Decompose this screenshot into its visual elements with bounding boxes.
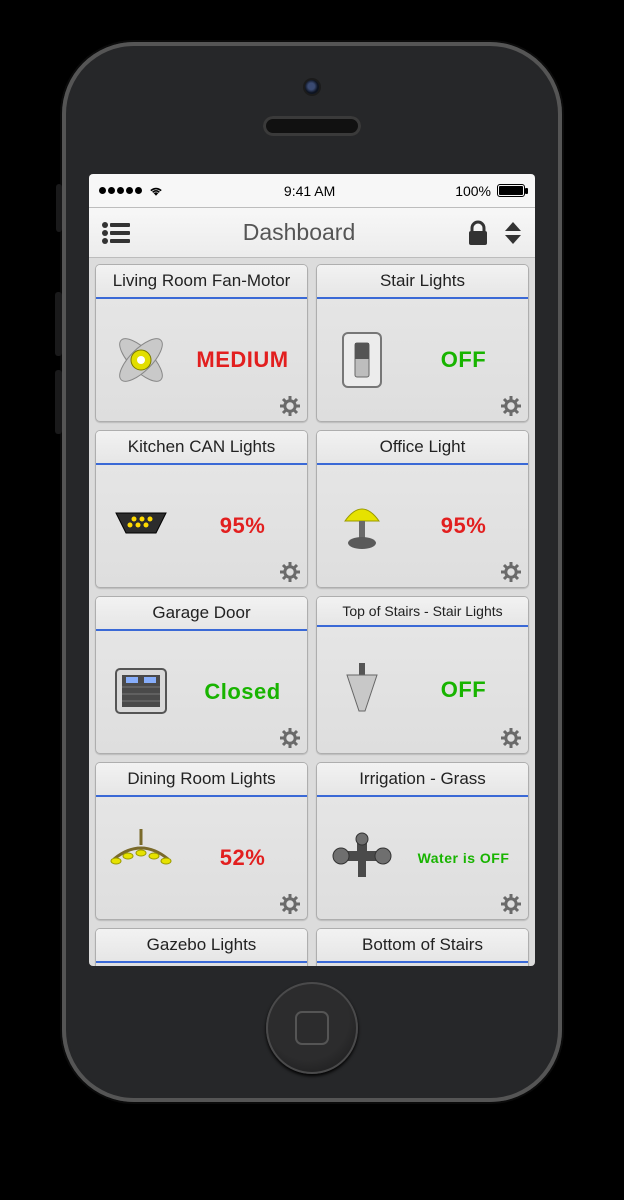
lamp-icon (327, 491, 397, 561)
tile-title: Living Room Fan-Motor (96, 265, 307, 299)
device-tile[interactable]: Kitchen CAN Lights 95% (95, 430, 308, 588)
device-tile[interactable]: Stair Lights OFF (316, 264, 529, 422)
signal-dots-icon (99, 187, 142, 194)
app-header: Dashboard (89, 208, 535, 258)
device-tile[interactable]: Bottom of Stairs (316, 928, 529, 966)
tile-value: 95% (184, 513, 301, 539)
tile-body: Closed (96, 631, 307, 753)
device-tile[interactable]: Top of Stairs - Stair Lights OFF (316, 596, 529, 754)
tile-body: 52% (96, 797, 307, 919)
gear-icon[interactable] (279, 727, 301, 749)
device-tile[interactable]: Office Light 95% (316, 430, 529, 588)
tile-title: Kitchen CAN Lights (96, 431, 307, 465)
gear-icon[interactable] (500, 893, 522, 915)
tile-value: 95% (405, 513, 522, 539)
device-tile[interactable]: Garage Door Closed (95, 596, 308, 754)
device-tile[interactable]: Dining Room Lights 52% (95, 762, 308, 920)
tile-value: Water is OFF (405, 850, 522, 866)
gear-icon[interactable] (500, 561, 522, 583)
phone-speaker (263, 116, 361, 136)
tile-value: 52% (184, 845, 301, 871)
phone-side-button (56, 184, 62, 232)
phone-chassis: 9:41 AM 100% Dashboard (62, 42, 562, 1102)
tile-value: MEDIUM (184, 347, 301, 373)
tile-body: OFF (317, 627, 528, 753)
gear-icon[interactable] (279, 395, 301, 417)
tile-title: Top of Stairs - Stair Lights (317, 597, 528, 627)
tile-title: Dining Room Lights (96, 763, 307, 797)
phone-camera (305, 80, 319, 94)
sconce-icon (327, 655, 397, 725)
status-time: 9:41 AM (284, 183, 335, 199)
gear-icon[interactable] (500, 395, 522, 417)
sprinkler-icon (327, 823, 397, 893)
garage-icon (106, 657, 176, 727)
fan-icon (106, 325, 176, 395)
tile-value: Closed (184, 679, 301, 705)
phone-home-button[interactable] (266, 982, 358, 1074)
tile-title: Garage Door (96, 597, 307, 631)
tile-title: Stair Lights (317, 265, 528, 299)
tile-body: 95% (317, 465, 528, 587)
gear-icon[interactable] (279, 893, 301, 915)
status-bar: 9:41 AM 100% (89, 174, 535, 208)
canlight-icon (106, 491, 176, 561)
tile-value: OFF (405, 347, 522, 373)
tile-body: MEDIUM (96, 299, 307, 421)
lock-icon[interactable] (467, 220, 489, 246)
tile-title: Office Light (317, 431, 528, 465)
gear-icon[interactable] (500, 727, 522, 749)
tile-body: OFF (317, 299, 528, 421)
sort-arrows-icon[interactable] (503, 220, 523, 246)
wifi-icon (148, 185, 164, 197)
tile-body: Water is OFF (317, 797, 528, 919)
tile-title: Irrigation - Grass (317, 763, 528, 797)
menu-list-icon[interactable] (101, 221, 131, 245)
phone-side-button (55, 292, 62, 356)
screen: 9:41 AM 100% Dashboard (89, 174, 535, 966)
dashboard-grid: Living Room Fan-Motor MEDIUM Stair Lights O… (89, 258, 535, 966)
tile-title: Gazebo Lights (96, 929, 307, 963)
device-tile[interactable]: Irrigation - Grass Water is OFF (316, 762, 529, 920)
gear-icon[interactable] (279, 561, 301, 583)
chandelier-icon (106, 823, 176, 893)
tile-body: 95% (96, 465, 307, 587)
switch-icon (327, 325, 397, 395)
phone-side-button (55, 370, 62, 434)
page-title: Dashboard (243, 219, 356, 246)
battery-icon (497, 184, 525, 197)
device-tile[interactable]: Gazebo Lights (95, 928, 308, 966)
device-tile[interactable]: Living Room Fan-Motor MEDIUM (95, 264, 308, 422)
tile-value: OFF (405, 677, 522, 703)
status-battery-text: 100% (455, 183, 491, 199)
tile-title: Bottom of Stairs (317, 929, 528, 963)
